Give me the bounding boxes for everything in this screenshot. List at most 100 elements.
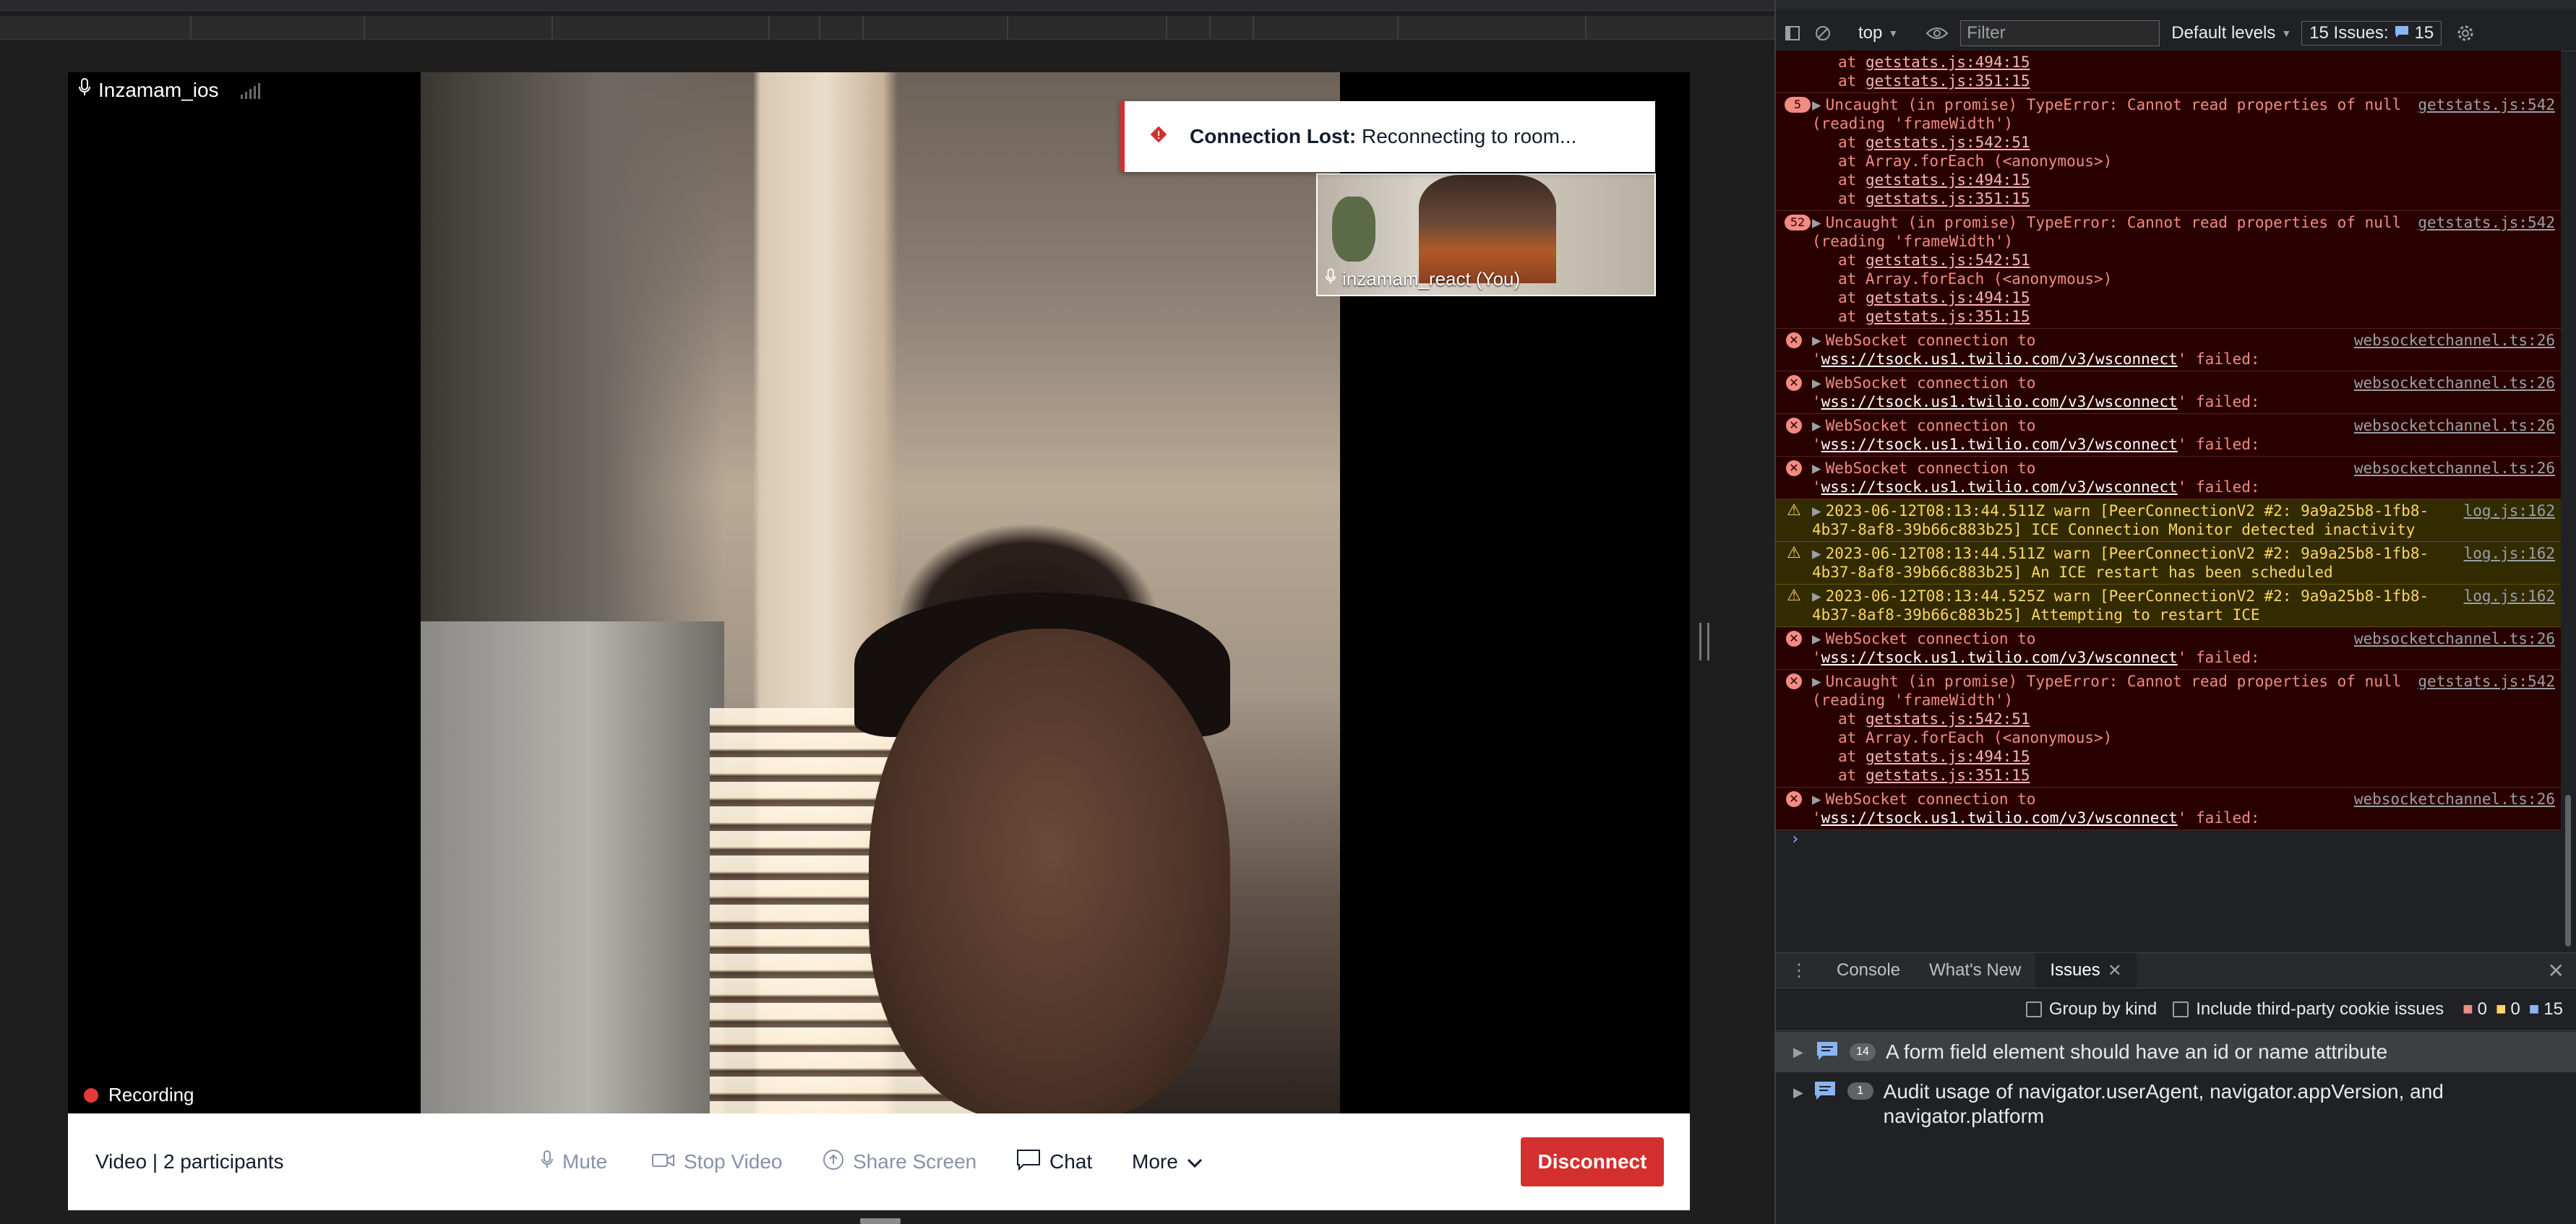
source-link[interactable]: websocketchannel.ts:26 <box>2354 790 2555 809</box>
source-link[interactable]: websocketchannel.ts:26 <box>2354 416 2555 435</box>
error-icon: ■ <box>2463 999 2473 1019</box>
expand-icon[interactable]: ▶ <box>1812 332 1821 349</box>
tab-whats-new[interactable]: What's New <box>1915 953 2035 988</box>
source-link[interactable]: log.js:162 <box>2464 587 2555 605</box>
stack-frame: at getstats.js:494:15 <box>1838 53 2030 71</box>
third-party-label: Include third-party cookie issues <box>2196 999 2444 1019</box>
message-text: ▶ WebSocket connection to 'wss://tsock.us… <box>1812 790 2260 827</box>
stack-link[interactable]: getstats.js:494:15 <box>1866 171 2030 189</box>
issue-row[interactable]: ▶ 1 Audit usage of navigator.userAgent, … <box>1776 1079 2576 1132</box>
drawer-menu[interactable]: ⋮ <box>1776 953 1822 988</box>
error-count: ■ 0 <box>2463 999 2487 1019</box>
message-text: ▶ Uncaught (in promise) TypeError: Cannot… <box>1812 673 2402 709</box>
resize-handle[interactable] <box>1699 623 1709 660</box>
message-text: ▶ 2023-06-12T08:13:44.511Z warn [PeerConn… <box>1812 545 2429 581</box>
bottom-resize-handle[interactable] <box>860 1218 901 1224</box>
stack-link[interactable]: getstats.js:351:15 <box>1866 308 2030 325</box>
repeat-count-badge: 52 <box>1785 215 1811 230</box>
expand-icon[interactable]: ▶ <box>1812 417 1821 434</box>
levels-select[interactable]: Default levels ▼ <box>2171 23 2291 43</box>
source-link[interactable]: log.js:162 <box>2464 544 2555 563</box>
close-icon[interactable]: ✕ <box>2108 960 2122 981</box>
url-link[interactable]: wss://tsock.us1.twilio.com/v3/wsconnect <box>1821 350 2178 368</box>
expand-icon[interactable]: ▶ <box>1812 587 1821 605</box>
context-select[interactable]: top ▼ <box>1858 23 1898 43</box>
stack-link[interactable]: getstats.js:542:51 <box>1866 710 2030 728</box>
expand-icon[interactable]: ▶ <box>1812 460 1821 477</box>
share-screen-label: Share Screen <box>853 1150 977 1173</box>
remote-video <box>421 72 1340 1113</box>
issue-title: Audit usage of navigator.userAgent, navi… <box>1883 1080 2444 1127</box>
disconnect-button[interactable]: Disconnect <box>1521 1137 1664 1186</box>
stack-link[interactable]: getstats.js:494:15 <box>1866 53 2030 71</box>
stack-link[interactable]: getstats.js:494:15 <box>1866 289 2030 306</box>
third-party-checkbox[interactable]: Include third-party cookie issues <box>2173 999 2444 1020</box>
error-icon: ✕ <box>1786 673 1802 689</box>
url-link[interactable]: wss://tsock.us1.twilio.com/v3/wsconnect <box>1821 478 2178 496</box>
share-screen-button[interactable]: Share Screen <box>823 1149 976 1176</box>
source-link[interactable]: log.js:162 <box>2464 501 2555 520</box>
console-prompt[interactable]: › <box>1776 830 2561 855</box>
stack-link[interactable]: getstats.js:542:51 <box>1866 134 2030 151</box>
stop-video-button[interactable]: Stop Video <box>652 1150 783 1173</box>
dock-icon[interactable] <box>1783 24 1802 43</box>
expand-icon[interactable]: ▶ <box>1812 96 1821 113</box>
more-button[interactable]: More <box>1132 1150 1203 1173</box>
console-error[interactable]: at getstats.js:494:15 at getstats.js:351:… <box>1776 51 2561 93</box>
recording-indicator: Recording <box>84 1084 194 1106</box>
group-by-kind-checkbox[interactable]: Group by kind <box>2025 999 2157 1020</box>
chat-button[interactable]: Chat <box>1016 1149 1092 1176</box>
tab-console[interactable]: Console <box>1822 953 1915 988</box>
expand-icon[interactable]: ▶ <box>1812 790 1821 808</box>
source-link[interactable]: websocketchannel.ts:26 <box>2354 331 2555 350</box>
console-warning[interactable]: ⚠ log.js:162 ▶ 2023-06-12T08:13:44.511Z war… <box>1776 499 2561 542</box>
source-link[interactable]: websocketchannel.ts:26 <box>2354 459 2555 478</box>
source-link[interactable]: getstats.js:542 <box>2418 213 2555 232</box>
issue-row[interactable]: ▶ 14 A form field element should have an… <box>1776 1032 2576 1072</box>
url-link[interactable]: wss://tsock.us1.twilio.com/v3/wsconnect <box>1821 393 2178 410</box>
console-error[interactable]: ✕ websocketchannel.ts:26 ▶ WebSocket connec… <box>1776 788 2561 830</box>
expand-icon[interactable]: ▶ <box>1812 545 1821 562</box>
console-error[interactable]: ✕ websocketchannel.ts:26 ▶ WebSocket connec… <box>1776 329 2561 371</box>
stack-link[interactable]: getstats.js:351:15 <box>1866 767 2030 784</box>
console-error[interactable]: ✕ getstats.js:542 ▶ Uncaught (in promise) T… <box>1776 670 2561 788</box>
chat-icon <box>1016 1149 1041 1176</box>
mute-button[interactable]: Mute <box>541 1150 607 1175</box>
source-link[interactable]: getstats.js:542 <box>2418 672 2555 691</box>
stack-link[interactable]: getstats.js:494:15 <box>1866 748 2030 765</box>
stack-link[interactable]: getstats.js:351:15 <box>1866 190 2030 207</box>
expand-icon[interactable]: ▶ <box>1812 214 1821 231</box>
source-link[interactable]: getstats.js:542 <box>2418 95 2555 114</box>
console-error[interactable]: ✕ websocketchannel.ts:26 ▶ WebSocket connec… <box>1776 457 2561 499</box>
expand-icon[interactable]: ▶ <box>1812 374 1821 392</box>
console-error[interactable]: ✕ websocketchannel.ts:26 ▶ WebSocket connec… <box>1776 371 2561 414</box>
console-error[interactable]: ✕ websocketchannel.ts:26 ▶ WebSocket connec… <box>1776 414 2561 457</box>
stack-link[interactable]: getstats.js:542:51 <box>1866 251 2030 269</box>
stack-link[interactable]: getstats.js:351:15 <box>1866 72 2030 90</box>
expand-icon[interactable]: ▶ <box>1812 502 1821 520</box>
record-icon <box>84 1087 98 1103</box>
console-error[interactable]: 52 getstats.js:542 ▶ Uncaught (in promise) … <box>1776 211 2561 329</box>
signal-icon <box>240 82 260 99</box>
console-scrollbar[interactable] <box>2564 51 2572 947</box>
eye-icon[interactable] <box>1925 24 1949 43</box>
url-link[interactable]: wss://tsock.us1.twilio.com/v3/wsconnect <box>1821 649 2178 666</box>
expand-icon[interactable]: ▶ <box>1812 673 1821 690</box>
filter-input[interactable] <box>1960 20 2160 46</box>
video-stage: Inzamam_ios inzamam_react (You) Connecti… <box>68 72 1690 1113</box>
source-link[interactable]: websocketchannel.ts:26 <box>2354 374 2555 392</box>
console-error[interactable]: ✕ websocketchannel.ts:26 ▶ WebSocket connec… <box>1776 627 2561 670</box>
console-error[interactable]: 5 getstats.js:542 ▶ Uncaught (in promise) T… <box>1776 93 2561 211</box>
url-link[interactable]: wss://tsock.us1.twilio.com/v3/wsconnect <box>1821 809 2178 827</box>
console-warning[interactable]: ⚠ log.js:162 ▶ 2023-06-12T08:13:44.511Z war… <box>1776 542 2561 585</box>
close-icon[interactable]: ✕ <box>2548 959 2564 983</box>
message-text: ▶ WebSocket connection to 'wss://tsock.us… <box>1812 332 2260 368</box>
console-warning[interactable]: ⚠ log.js:162 ▶ 2023-06-12T08:13:44.525Z war… <box>1776 585 2561 627</box>
clear-icon[interactable] <box>1813 24 1832 43</box>
issues-counter-button[interactable]: 15 Issues: 15 <box>2301 21 2442 46</box>
source-link[interactable]: websocketchannel.ts:26 <box>2354 629 2555 648</box>
tab-issues[interactable]: Issues ✕ <box>2035 953 2137 988</box>
expand-icon[interactable]: ▶ <box>1812 630 1821 647</box>
gear-icon[interactable] <box>2456 24 2475 43</box>
url-link[interactable]: wss://tsock.us1.twilio.com/v3/wsconnect <box>1821 436 2178 453</box>
